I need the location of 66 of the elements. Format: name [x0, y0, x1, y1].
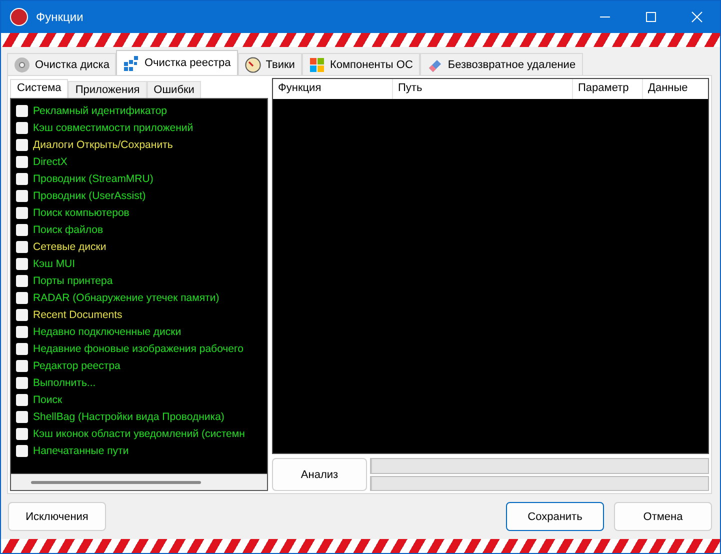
checkbox[interactable] [16, 190, 28, 202]
option-label: Поиск компьютеров [33, 206, 130, 218]
option-label: Рекламный идентификатор [33, 104, 168, 116]
checkbox[interactable] [16, 224, 28, 236]
dialog-button[interactable]: Сохранить [506, 502, 604, 531]
windows-logo-icon [308, 56, 325, 72]
column-header[interactable]: Данные [643, 79, 708, 99]
option-label: Напечатанные пути [33, 444, 129, 456]
horizontal-scrollbar[interactable] [11, 473, 267, 490]
analyze-button[interactable]: Анализ [272, 458, 367, 491]
checkbox[interactable] [16, 428, 28, 440]
checkbox[interactable] [16, 292, 28, 304]
checkbox[interactable] [16, 376, 28, 388]
option-label: Недавно подключенные диски [33, 326, 182, 338]
option-label: Недавние фоновые изображения рабочего [33, 342, 244, 354]
tab[interactable]: Безвозвратное удаление [420, 53, 583, 75]
window-title: Функции [36, 10, 84, 24]
checkbox[interactable] [16, 308, 28, 320]
checkbox[interactable] [16, 410, 28, 422]
disc-icon [14, 56, 30, 72]
checkbox[interactable] [16, 342, 28, 354]
tab[interactable]: Очистка реестра [116, 50, 238, 75]
option-label: Порты принтера [33, 274, 113, 286]
option-label: Редактор реестра [33, 360, 120, 372]
option-label: Поиск [33, 394, 62, 406]
checkbox[interactable] [16, 138, 28, 150]
tab[interactable]: Твики [238, 53, 302, 75]
checkbox[interactable] [16, 206, 28, 218]
option-label: Кэш совместимости приложений [33, 122, 194, 134]
subtab[interactable]: Система [10, 79, 68, 98]
dialog-button[interactable]: Отмена [614, 502, 712, 531]
checkbox[interactable] [16, 104, 28, 116]
column-header[interactable]: Путь [393, 79, 573, 99]
checkbox[interactable] [16, 360, 28, 372]
option-label: Сетевые диски [33, 240, 106, 252]
checkbox[interactable] [16, 444, 28, 456]
checkbox[interactable] [16, 240, 28, 252]
checkbox[interactable] [16, 156, 28, 168]
tab[interactable]: Очистка диска [7, 53, 116, 75]
checkbox[interactable] [16, 258, 28, 270]
gauge-icon [244, 56, 261, 72]
scrollbar-thumb[interactable] [31, 480, 201, 484]
column-header[interactable]: Функция [273, 79, 393, 99]
blocks-icon [123, 55, 140, 71]
checkbox[interactable] [16, 122, 28, 134]
option-label: Кэш иконок области уведомлений (системн [33, 428, 245, 440]
subtab[interactable]: Ошибки [146, 81, 202, 98]
checkbox[interactable] [16, 394, 28, 406]
option-label: Выполнить... [33, 376, 96, 388]
option-label: Recent Documents [33, 308, 122, 320]
option-label: Кэш MUI [33, 258, 76, 270]
checkbox[interactable] [16, 172, 28, 184]
option-label: RADAR (Обнаружение утечек памяти) [33, 292, 220, 304]
app-logo-icon [10, 8, 28, 26]
tab[interactable]: Компоненты ОС [302, 53, 420, 75]
checkbox[interactable] [16, 326, 28, 338]
dialog-button[interactable]: Исключения [8, 502, 106, 531]
option-label: Проводник (StreamMRU) [33, 172, 154, 184]
option-label: Проводник (UserAssist) [33, 190, 146, 202]
option-label: Диалоги Открыть/Сохранить [33, 138, 173, 150]
column-header[interactable]: Параметр [573, 79, 643, 99]
subtab[interactable]: Приложения [68, 81, 147, 98]
option-label: ShellBag (Настройки вида Проводника) [33, 410, 224, 422]
checkbox[interactable] [16, 274, 28, 286]
option-label: DirectX [33, 156, 68, 168]
option-label: Поиск файлов [33, 224, 104, 236]
